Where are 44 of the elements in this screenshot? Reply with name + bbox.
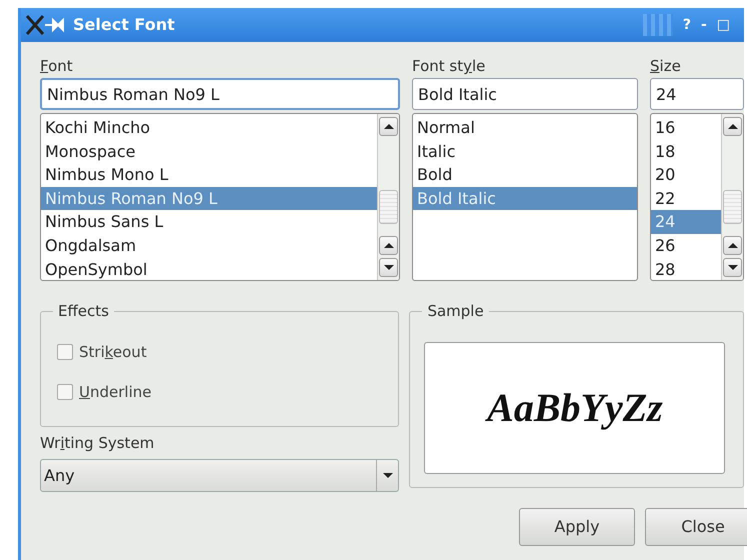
list-item[interactable]: Nimbus Sans L bbox=[41, 210, 377, 234]
scroll-up-button[interactable] bbox=[379, 236, 398, 255]
checkbox[interactable] bbox=[57, 384, 73, 400]
scroll-up-button[interactable] bbox=[723, 117, 742, 136]
size-field[interactable]: 24 bbox=[650, 78, 744, 110]
scroll-up-button[interactable] bbox=[379, 117, 398, 136]
checkbox-label[interactable]: Underline bbox=[79, 380, 152, 404]
list-item[interactable]: Normal bbox=[413, 116, 637, 140]
list-item[interactable]: 16 bbox=[651, 116, 721, 140]
checkbox-label[interactable]: Strikeout bbox=[79, 340, 147, 364]
dropdown-arrow-icon bbox=[382, 473, 393, 478]
scroll-thumb[interactable] bbox=[723, 190, 742, 224]
writing-system-dropdown[interactable]: Any bbox=[40, 459, 400, 492]
scroll-up-button[interactable] bbox=[723, 236, 742, 255]
list-item[interactable]: 28 bbox=[651, 258, 721, 280]
list-item[interactable]: 18 bbox=[651, 140, 721, 164]
font-style-label: Font style bbox=[412, 56, 486, 77]
font-style-field[interactable]: Bold Italic bbox=[412, 78, 638, 110]
app-logo-icon bbox=[25, 14, 67, 36]
writing-system-label: Writing System bbox=[40, 433, 156, 454]
list-item[interactable]: 22 bbox=[651, 186, 721, 210]
scrollbar[interactable] bbox=[721, 114, 743, 280]
sample-text: AaBbYyZz bbox=[487, 384, 663, 432]
window-title: Select Font bbox=[73, 14, 175, 36]
list-item[interactable]: 26 bbox=[651, 234, 721, 258]
list-item[interactable]: Monospace bbox=[41, 140, 377, 164]
scrollbar[interactable] bbox=[377, 114, 399, 280]
list-item[interactable]: Nimbus Mono L bbox=[41, 163, 377, 187]
scroll-down-button[interactable] bbox=[723, 258, 742, 277]
apply-button[interactable]: Apply bbox=[519, 508, 635, 546]
scroll-thumb[interactable] bbox=[379, 190, 398, 224]
list-item[interactable]: Bold bbox=[413, 163, 637, 187]
list-item[interactable]: Kochi Mincho bbox=[41, 116, 377, 140]
list-item[interactable]: Ongdalsam bbox=[41, 234, 377, 258]
close-button[interactable]: Close bbox=[645, 508, 747, 546]
font-label: Font bbox=[40, 56, 74, 77]
size-label: Size bbox=[650, 56, 682, 77]
checkbox[interactable] bbox=[57, 344, 73, 360]
title-bar-texture bbox=[642, 14, 673, 36]
scroll-down-button[interactable] bbox=[379, 258, 398, 277]
list-item[interactable]: 20 bbox=[651, 163, 721, 187]
font-field[interactable]: Nimbus Roman No9 L bbox=[40, 78, 400, 110]
list-item[interactable]: Italic bbox=[413, 140, 637, 164]
list-item[interactable]: OpenSymbol bbox=[41, 258, 377, 280]
